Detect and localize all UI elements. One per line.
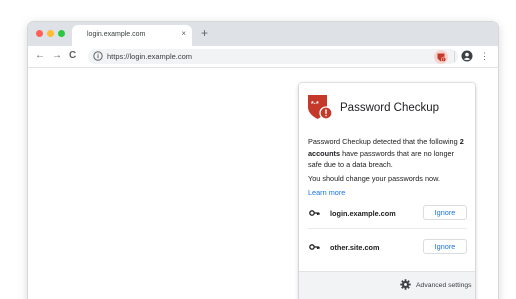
account-site: other.site.com (330, 243, 380, 252)
close-tab-icon[interactable]: × (181, 29, 186, 38)
tab-login[interactable]: login.example.com × (72, 25, 192, 46)
advanced-settings-link[interactable]: Advanced settings (416, 282, 472, 289)
key-icon (309, 244, 320, 250)
description-text: Password Checkup detected that the follo… (308, 137, 460, 146)
close-window-button[interactable] (36, 30, 43, 37)
password-checkup-extension-button[interactable] (434, 50, 448, 64)
toolbar-separator (454, 51, 455, 62)
tab-strip: login.example.com × + (28, 22, 498, 46)
reload-button[interactable]: C (69, 49, 76, 63)
password-checkup-icon: *·* (308, 95, 333, 120)
new-tab-button[interactable]: + (201, 26, 208, 40)
learn-more-link[interactable]: Learn more (308, 188, 345, 197)
forward-button[interactable]: → (52, 49, 62, 63)
popup-footer: Advanced settings (299, 271, 475, 299)
profile-icon[interactable] (461, 50, 473, 62)
breach-description: Password Checkup detected that the follo… (308, 136, 468, 171)
browser-menu-icon[interactable]: ⋮ (480, 50, 489, 62)
ignore-button[interactable]: Ignore (423, 205, 467, 220)
minimize-window-button[interactable] (47, 30, 54, 37)
gear-icon[interactable] (400, 279, 411, 290)
info-icon[interactable] (93, 51, 103, 61)
password-checkup-popup: *·* Password Checkup Password Checkup de… (299, 83, 475, 299)
row-divider (308, 228, 467, 229)
url-text[interactable]: https://login.example.com (107, 52, 192, 61)
tab-title: login.example.com (87, 31, 146, 38)
ignore-button[interactable]: Ignore (423, 239, 467, 254)
account-row: login.example.com Ignore (299, 204, 475, 222)
password-checkup-icon (437, 53, 447, 62)
browser-window: login.example.com × + ← → C https://logi… (28, 22, 498, 299)
key-icon (309, 210, 320, 216)
popup-title: Password Checkup (340, 102, 440, 114)
account-row: other.site.com Ignore (299, 238, 475, 256)
maximize-window-button[interactable] (58, 30, 65, 37)
account-site: login.example.com (330, 209, 396, 218)
address-bar[interactable]: https://login.example.com (88, 49, 458, 64)
change-passwords-text: You should change your passwords now. (308, 174, 440, 183)
back-button[interactable]: ← (35, 49, 45, 63)
svg-text:*·*: *·* (311, 101, 319, 108)
browser-toolbar: ← → C https://login.example.com ⋮ (28, 46, 498, 68)
